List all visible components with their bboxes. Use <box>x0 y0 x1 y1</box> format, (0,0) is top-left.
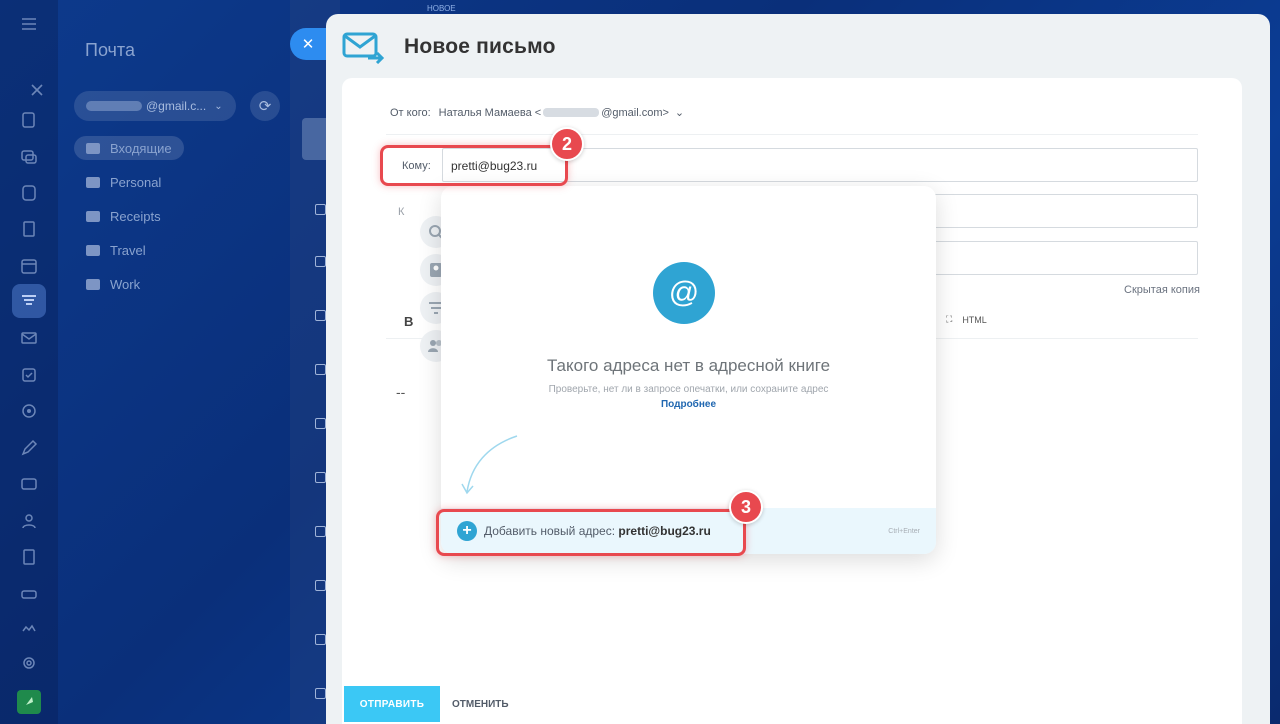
blurred-username <box>86 101 142 111</box>
storage-icon[interactable] <box>17 582 41 606</box>
editor-toolbar: ⛶ HTML <box>946 314 987 325</box>
checkbox[interactable] <box>315 310 326 321</box>
compose-footer: ОТПРАВИТЬ ОТМЕНИТЬ <box>344 686 509 722</box>
app-icon-rail <box>0 0 58 724</box>
hidden-copy-link[interactable]: Скрытая копия <box>1124 284 1200 296</box>
tasks-icon[interactable] <box>17 108 41 132</box>
folder-inbox[interactable]: Входящие <box>74 136 184 160</box>
menu-icon[interactable] <box>17 12 41 36</box>
folder-icon <box>86 244 100 256</box>
cc-label: К <box>398 206 405 218</box>
mail-icon[interactable] <box>17 326 41 350</box>
refresh-icon[interactable]: ⟳ <box>250 91 280 121</box>
folder-label: Receipts <box>110 208 161 224</box>
target-icon[interactable] <box>17 399 41 423</box>
settings-icon[interactable] <box>17 651 41 675</box>
rocket-icon[interactable] <box>17 690 41 714</box>
folder-label: Travel <box>110 242 146 258</box>
folder-label: Входящие <box>110 140 172 156</box>
send-button[interactable]: ОТПРАВИТЬ <box>344 686 440 722</box>
folder-work[interactable]: Work <box>74 272 152 296</box>
calendar-icon[interactable] <box>17 254 41 278</box>
more-info-link[interactable]: Подробнее <box>441 399 936 410</box>
folder-icon <box>86 278 100 290</box>
from-name: Наталья Мамаева < <box>438 106 542 119</box>
callout-badge: 3 <box>729 490 763 524</box>
envelope-icon <box>86 142 100 154</box>
address-popup: @ Такого адреса нет в адресной книге Про… <box>441 186 936 554</box>
close-slider-button[interactable]: ✕ <box>290 28 326 60</box>
cancel-button[interactable]: ОТМЕНИТЬ <box>452 699 509 710</box>
folder-label: Work <box>110 276 141 292</box>
chevron-down-icon[interactable]: ⌄ <box>675 106 684 119</box>
fullscreen-icon[interactable]: ⛶ <box>946 314 952 325</box>
from-label: От кого: <box>390 106 431 119</box>
html-toggle[interactable]: HTML <box>962 315 987 325</box>
signature: -- <box>396 384 406 400</box>
shortcut-hint: Ctrl+Enter <box>888 527 920 535</box>
contact-card-icon[interactable] <box>17 472 41 496</box>
file-icon[interactable] <box>17 545 41 569</box>
page-title: Новое письмо <box>404 35 556 58</box>
popup-title: Такого адреса нет в адресной книге <box>546 356 831 375</box>
callout-badge: 2 <box>550 127 584 161</box>
bcc-field[interactable] <box>908 241 1198 275</box>
popup-subtitle: Проверьте, нет ли в запросе опечатки, ил… <box>548 384 829 395</box>
checkbox[interactable] <box>315 526 326 537</box>
bold-button[interactable]: B <box>404 314 413 329</box>
callout-highlight-to <box>380 145 568 186</box>
checkbox[interactable] <box>315 364 326 375</box>
blurred-username <box>543 108 600 117</box>
new-mail-icon <box>342 32 385 64</box>
checkbox[interactable] <box>315 472 326 483</box>
checkbox[interactable] <box>315 418 326 429</box>
folder-icon <box>86 176 100 188</box>
callout-highlight-add <box>436 509 746 556</box>
account-email: @gmail.c... <box>146 99 207 113</box>
apps-icon[interactable] <box>17 616 41 640</box>
from-domain: @gmail.com> <box>601 106 669 119</box>
group-icon[interactable] <box>17 181 41 205</box>
from-row[interactable]: От кого: Наталья Мамаева < @gmail.com> ⌄ <box>390 106 684 120</box>
checkbox[interactable] <box>315 580 326 591</box>
filter-icon[interactable] <box>12 284 46 318</box>
divider <box>386 134 1198 135</box>
account-selector[interactable]: @gmail.c... ⌄ <box>74 91 236 121</box>
mail-sidebar: Почта @gmail.c... ⌄ ⟳ Входящие Personal … <box>58 0 290 724</box>
checkbox[interactable] <box>315 204 326 215</box>
chat-icon[interactable] <box>17 145 41 169</box>
at-sign-icon: @ <box>653 262 715 324</box>
mail-title: Почта <box>85 40 135 60</box>
cc-field[interactable] <box>908 194 1198 228</box>
checkbox[interactable] <box>315 634 326 645</box>
folder-travel[interactable]: Travel <box>74 238 158 262</box>
folder-icon <box>86 210 100 222</box>
checkbox[interactable] <box>315 256 326 267</box>
chevron-down-icon: ⌄ <box>214 100 223 112</box>
folder-personal[interactable]: Personal <box>74 170 173 194</box>
curved-arrow-icon <box>461 435 518 495</box>
pen-icon[interactable] <box>17 436 41 460</box>
folder-receipts[interactable]: Receipts <box>74 204 173 228</box>
document-icon[interactable] <box>17 217 41 241</box>
close-icon[interactable] <box>22 80 52 100</box>
users-icon[interactable] <box>17 509 41 533</box>
compose-header: Новое письмо <box>342 30 556 64</box>
folder-label: Personal <box>110 174 162 190</box>
checkbox[interactable] <box>315 688 326 699</box>
checkbox-icon[interactable] <box>17 363 41 387</box>
background-label: НОВОЕ <box>427 4 456 13</box>
